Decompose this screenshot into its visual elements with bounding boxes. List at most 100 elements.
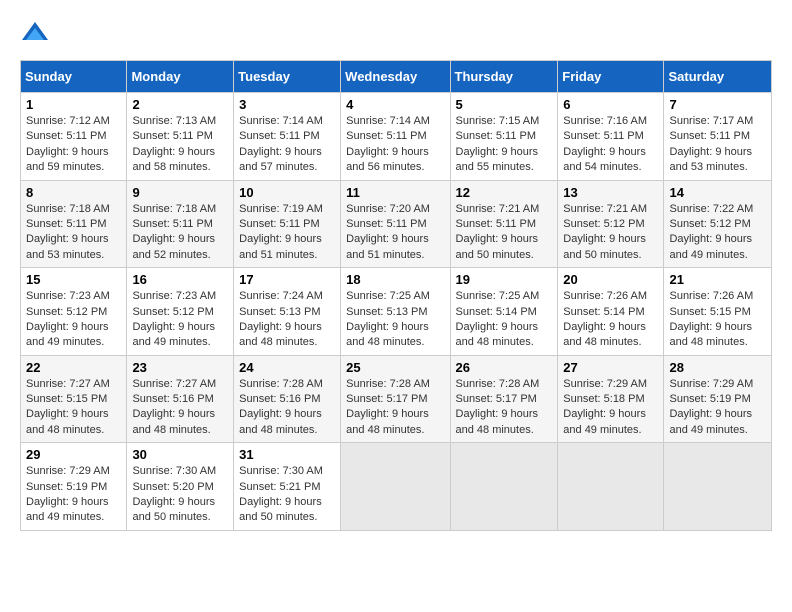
- day-number: 24: [239, 360, 335, 375]
- day-number: 13: [563, 185, 658, 200]
- calendar-cell: 31Sunrise: 7:30 AMSunset: 5:21 PMDayligh…: [234, 443, 341, 531]
- calendar-cell: 3 Sunrise: 7:14 AMSunset: 5:11 PMDaylight…: [234, 93, 341, 181]
- calendar-cell: [450, 443, 558, 531]
- calendar-cell: 28Sunrise: 7:29 AMSunset: 5:19 PMDayligh…: [664, 355, 772, 443]
- calendar-week-1: 1Sunrise: 7:12 AMSunset: 5:11 PMDaylight…: [21, 93, 772, 181]
- day-number: 26: [456, 360, 553, 375]
- day-number: 15: [26, 272, 121, 287]
- calendar-cell: 30 Sunrise: 7:30 AMSunset: 5:20 PMDayligh…: [127, 443, 234, 531]
- calendar-cell: [341, 443, 450, 531]
- day-number: 25: [346, 360, 444, 375]
- day-number: 6: [563, 97, 658, 112]
- day-number: 5: [456, 97, 553, 112]
- day-info: Sunrise: 7:28 AMSunset: 5:17 PMDaylight:…: [346, 377, 444, 439]
- calendar-cell: 9Sunrise: 7:18 AMSunset: 5:11 PMDaylight…: [127, 180, 234, 268]
- day-info: Sunrise: 7:29 AMSunset: 5:18 PMDaylight:…: [563, 377, 658, 439]
- calendar-cell: 8 Sunrise: 7:18 AMSunset: 5:11 PMDaylight…: [21, 180, 127, 268]
- calendar-week-2: 8 Sunrise: 7:18 AMSunset: 5:11 PMDaylight…: [21, 180, 772, 268]
- day-number: 18: [346, 272, 444, 287]
- day-number: 11: [346, 185, 444, 200]
- day-number: 19: [456, 272, 553, 287]
- day-number: 31: [239, 447, 335, 462]
- day-info: Sunrise: 7:13 AMSunset: 5:11 PMDaylight:…: [132, 114, 228, 176]
- day-info: Sunrise: 7:21 AMSunset: 5:11 PMDaylight:…: [456, 202, 553, 264]
- calendar-cell: 15 Sunrise: 7:23 AMSunset: 5:12 PMDayligh…: [21, 268, 127, 356]
- day-info: Sunrise: 7:21 AMSunset: 5:12 PMDaylight:…: [563, 202, 658, 264]
- day-info: Sunrise: 7:24 AMSunset: 5:13 PMDaylight:…: [239, 289, 335, 351]
- calendar-cell: 27 Sunrise: 7:29 AMSunset: 5:18 PMDayligh…: [558, 355, 664, 443]
- logo: [20, 20, 55, 50]
- day-number: 23: [132, 360, 228, 375]
- calendar-cell: [664, 443, 772, 531]
- logo-icon: [20, 20, 50, 50]
- day-info: Sunrise: 7:14 AMSunset: 5:11 PMDaylight:…: [239, 114, 335, 176]
- calendar-cell: 16Sunrise: 7:23 AMSunset: 5:12 PMDayligh…: [127, 268, 234, 356]
- day-info: Sunrise: 7:18 AMSunset: 5:11 PMDaylight:…: [26, 202, 121, 264]
- day-info: Sunrise: 7:14 AMSunset: 5:11 PMDaylight:…: [346, 114, 444, 176]
- calendar-cell: 26 Sunrise: 7:28 AMSunset: 5:17 PMDayligh…: [450, 355, 558, 443]
- day-info: Sunrise: 7:25 AMSunset: 5:13 PMDaylight:…: [346, 289, 444, 351]
- calendar-cell: 7 Sunrise: 7:17 AMSunset: 5:11 PMDaylight…: [664, 93, 772, 181]
- day-info: Sunrise: 7:28 AMSunset: 5:17 PMDaylight:…: [456, 377, 553, 439]
- day-info: Sunrise: 7:29 AMSunset: 5:19 PMDaylight:…: [26, 464, 121, 526]
- day-info: Sunrise: 7:12 AMSunset: 5:11 PMDaylight:…: [26, 114, 121, 176]
- calendar-cell: 18 Sunrise: 7:25 AMSunset: 5:13 PMDayligh…: [341, 268, 450, 356]
- header-monday: Monday: [127, 61, 234, 93]
- day-info: Sunrise: 7:26 AMSunset: 5:14 PMDaylight:…: [563, 289, 658, 351]
- calendar-cell: 17 Sunrise: 7:24 AMSunset: 5:13 PMDayligh…: [234, 268, 341, 356]
- day-info: Sunrise: 7:27 AMSunset: 5:16 PMDaylight:…: [132, 377, 228, 439]
- day-info: Sunrise: 7:15 AMSunset: 5:11 PMDaylight:…: [456, 114, 553, 176]
- day-number: 14: [669, 185, 766, 200]
- day-number: 3: [239, 97, 335, 112]
- day-number: 4: [346, 97, 444, 112]
- day-number: 12: [456, 185, 553, 200]
- day-number: 27: [563, 360, 658, 375]
- calendar-cell: 25 Sunrise: 7:28 AMSunset: 5:17 PMDayligh…: [341, 355, 450, 443]
- calendar-cell: 2 Sunrise: 7:13 AMSunset: 5:11 PMDaylight…: [127, 93, 234, 181]
- calendar-cell: 11 Sunrise: 7:20 AMSunset: 5:11 PMDayligh…: [341, 180, 450, 268]
- calendar-cell: 13 Sunrise: 7:21 AMSunset: 5:12 PMDayligh…: [558, 180, 664, 268]
- calendar-cell: 10Sunrise: 7:19 AMSunset: 5:11 PMDayligh…: [234, 180, 341, 268]
- day-number: 2: [132, 97, 228, 112]
- day-info: Sunrise: 7:23 AMSunset: 5:12 PMDaylight:…: [132, 289, 228, 351]
- day-info: Sunrise: 7:20 AMSunset: 5:11 PMDaylight:…: [346, 202, 444, 264]
- calendar-cell: 6Sunrise: 7:16 AMSunset: 5:11 PMDaylight…: [558, 93, 664, 181]
- header-friday: Friday: [558, 61, 664, 93]
- header-tuesday: Tuesday: [234, 61, 341, 93]
- calendar-week-5: 29 Sunrise: 7:29 AMSunset: 5:19 PMDayligh…: [21, 443, 772, 531]
- calendar-cell: 4 Sunrise: 7:14 AMSunset: 5:11 PMDaylight…: [341, 93, 450, 181]
- day-info: Sunrise: 7:19 AMSunset: 5:11 PMDaylight:…: [239, 202, 335, 264]
- day-number: 20: [563, 272, 658, 287]
- day-info: Sunrise: 7:23 AMSunset: 5:12 PMDaylight:…: [26, 289, 121, 351]
- day-info: Sunrise: 7:26 AMSunset: 5:15 PMDaylight:…: [669, 289, 766, 351]
- day-number: 21: [669, 272, 766, 287]
- header-sunday: Sunday: [21, 61, 127, 93]
- calendar-header-row: SundayMondayTuesdayWednesdayThursdayFrid…: [21, 61, 772, 93]
- calendar-cell: 20 Sunrise: 7:26 AMSunset: 5:14 PMDayligh…: [558, 268, 664, 356]
- calendar-week-4: 22Sunrise: 7:27 AMSunset: 5:15 PMDayligh…: [21, 355, 772, 443]
- day-number: 8: [26, 185, 121, 200]
- day-info: Sunrise: 7:25 AMSunset: 5:14 PMDaylight:…: [456, 289, 553, 351]
- day-number: 7: [669, 97, 766, 112]
- calendar-cell: 1Sunrise: 7:12 AMSunset: 5:11 PMDaylight…: [21, 93, 127, 181]
- day-info: Sunrise: 7:22 AMSunset: 5:12 PMDaylight:…: [669, 202, 766, 264]
- day-info: Sunrise: 7:18 AMSunset: 5:11 PMDaylight:…: [132, 202, 228, 264]
- header-wednesday: Wednesday: [341, 61, 450, 93]
- calendar-week-3: 15 Sunrise: 7:23 AMSunset: 5:12 PMDayligh…: [21, 268, 772, 356]
- day-info: Sunrise: 7:27 AMSunset: 5:15 PMDaylight:…: [26, 377, 121, 439]
- calendar-cell: 22Sunrise: 7:27 AMSunset: 5:15 PMDayligh…: [21, 355, 127, 443]
- day-number: 29: [26, 447, 121, 462]
- calendar-cell: 19 Sunrise: 7:25 AMSunset: 5:14 PMDayligh…: [450, 268, 558, 356]
- header-saturday: Saturday: [664, 61, 772, 93]
- day-info: Sunrise: 7:17 AMSunset: 5:11 PMDaylight:…: [669, 114, 766, 176]
- page-header: [20, 20, 772, 50]
- calendar-cell: 23 Sunrise: 7:27 AMSunset: 5:16 PMDayligh…: [127, 355, 234, 443]
- day-number: 30: [132, 447, 228, 462]
- calendar-cell: 21 Sunrise: 7:26 AMSunset: 5:15 PMDayligh…: [664, 268, 772, 356]
- calendar-cell: 5 Sunrise: 7:15 AMSunset: 5:11 PMDaylight…: [450, 93, 558, 181]
- day-info: Sunrise: 7:28 AMSunset: 5:16 PMDaylight:…: [239, 377, 335, 439]
- day-number: 17: [239, 272, 335, 287]
- day-info: Sunrise: 7:30 AMSunset: 5:20 PMDaylight:…: [132, 464, 228, 526]
- calendar-cell: 12 Sunrise: 7:21 AMSunset: 5:11 PMDayligh…: [450, 180, 558, 268]
- header-thursday: Thursday: [450, 61, 558, 93]
